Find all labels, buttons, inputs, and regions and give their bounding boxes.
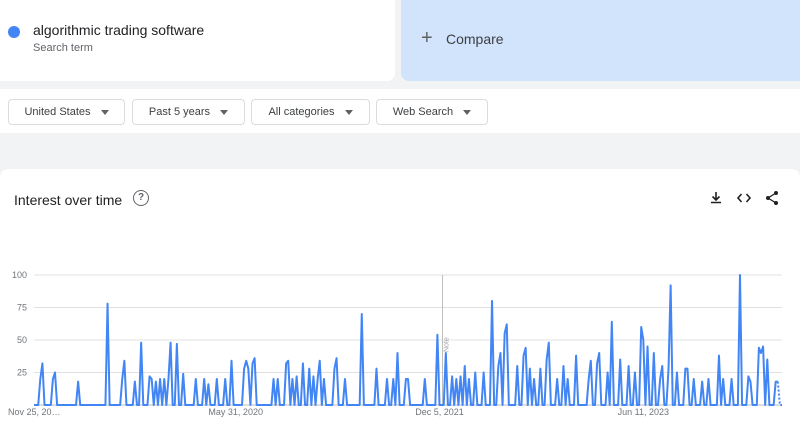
y-tick-label: 75 <box>17 303 27 313</box>
search-property-dropdown[interactable]: Web Search <box>376 99 488 125</box>
chevron-down-icon <box>344 109 353 115</box>
x-tick-label: Jun 11, 2023 <box>618 407 669 417</box>
x-tick-label: Nov 25, 20… <box>8 407 61 417</box>
x-tick-label: May 31, 2020 <box>208 407 263 417</box>
search-term-type: Search term <box>33 42 93 54</box>
category-value: All categories <box>268 106 335 118</box>
interest-line-chart: Note 25 50 75 100 Nov 25, 20… May 31, 2020 Dec… <box>8 270 782 417</box>
chevron-down-icon <box>463 109 472 115</box>
compare-button[interactable]: + Compare <box>401 0 800 81</box>
time-range-dropdown[interactable]: Past 5 years <box>132 99 245 125</box>
filter-bar: United States Past 5 years All categorie… <box>0 89 800 133</box>
interest-over-time-card: Interest over time ? Note 25 50 75 100 Nov 2… <box>0 169 800 439</box>
search-term-card[interactable]: algorithmic trading software Search term <box>0 0 395 81</box>
chevron-down-icon <box>100 109 109 115</box>
compare-label: Compare <box>446 31 504 47</box>
x-tick-label: Dec 5, 2021 <box>415 407 464 417</box>
search-property-value: Web Search <box>392 106 454 118</box>
region-dropdown[interactable]: United States <box>8 99 125 125</box>
category-dropdown[interactable]: All categories <box>251 99 370 125</box>
y-tick-label: 25 <box>17 368 27 378</box>
time-range-value: Past 5 years <box>148 106 211 118</box>
y-tick-label: 100 <box>12 270 27 280</box>
search-term-name: algorithmic trading software <box>33 22 205 38</box>
chevron-down-icon <box>220 109 229 115</box>
y-tick-label: 50 <box>17 335 27 345</box>
plus-icon: + <box>421 27 433 49</box>
note-label: Note <box>444 337 451 352</box>
series-line-partial[interactable] <box>776 381 782 406</box>
series-color-dot <box>8 26 20 38</box>
region-value: United States <box>24 106 91 118</box>
